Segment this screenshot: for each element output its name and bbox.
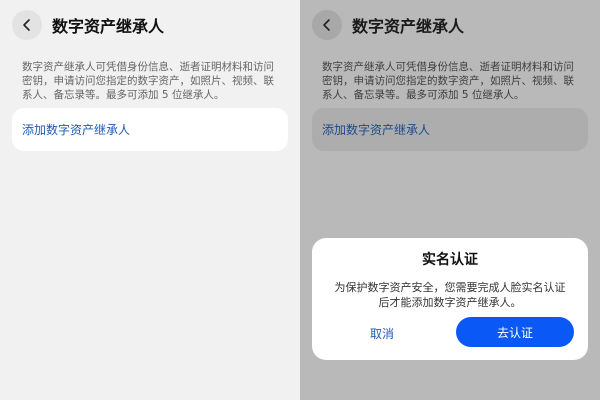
back-button[interactable] <box>312 10 342 40</box>
add-heir-label: 添加数字资产继承人 <box>322 123 431 137</box>
description-text: 数字资产继承人可凭借身份信息、逝者证明材料和访问密钥，申请访问您指定的数字资产，… <box>322 61 574 101</box>
verification-dialog: 实名认证 为保护数字资产安全，您需要完成人脸实名认证后才能添加数字资产继承人。 … <box>312 238 588 360</box>
top-bar: 数字资产继承人 <box>12 10 164 40</box>
screen-right: 数字资产继承人 数字资产继承人可凭借身份信息、逝者证明材料和访问密钥，申请访问您… <box>300 0 600 400</box>
chevron-left-icon <box>23 19 30 31</box>
verify-button[interactable]: 去认证 <box>456 317 574 347</box>
description-text: 数字资产继承人可凭借身份信息、逝者证明材料和访问密钥，申请访问您指定的数字资产，… <box>22 61 274 101</box>
back-button[interactable] <box>12 10 42 40</box>
chevron-left-icon <box>323 19 330 31</box>
page-title: 数字资产继承人 <box>52 17 165 36</box>
add-heir-label: 添加数字资产继承人 <box>22 123 131 137</box>
screen-left: 数字资产继承人 数字资产继承人可凭借身份信息、逝者证明材料和访问密钥，申请访问您… <box>0 0 300 400</box>
cancel-button[interactable]: 取消 <box>342 318 422 348</box>
dialog-title: 实名认证 <box>422 252 478 268</box>
page-title: 数字资产继承人 <box>352 17 465 36</box>
add-heir-button[interactable]: 添加数字资产继承人 <box>12 108 288 151</box>
dialog-message: 为保护数字资产安全，您需要完成人脸实名认证后才能添加数字资产继承人。 <box>334 281 566 309</box>
add-heir-button[interactable]: 添加数字资产继承人 <box>312 108 588 151</box>
top-bar: 数字资产继承人 <box>312 10 464 40</box>
